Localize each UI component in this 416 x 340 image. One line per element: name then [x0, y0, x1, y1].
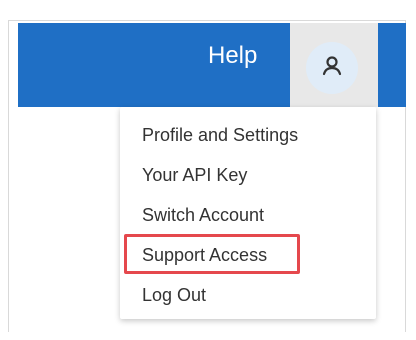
user-avatar-button[interactable]	[306, 42, 358, 94]
user-icon	[319, 53, 345, 84]
menu-item-your-api-key[interactable]: Your API Key	[142, 165, 247, 185]
menu-item-log-out[interactable]: Log Out	[142, 285, 206, 305]
menu-item-switch-account[interactable]: Switch Account	[142, 205, 264, 225]
menu-item-profile-and-settings[interactable]: Profile and Settings	[142, 125, 298, 145]
help-link[interactable]: Help	[208, 44, 257, 68]
user-dropdown-menu: Profile and Settings Your API Key Switch…	[120, 107, 376, 319]
support-access-highlight-box	[124, 234, 300, 274]
